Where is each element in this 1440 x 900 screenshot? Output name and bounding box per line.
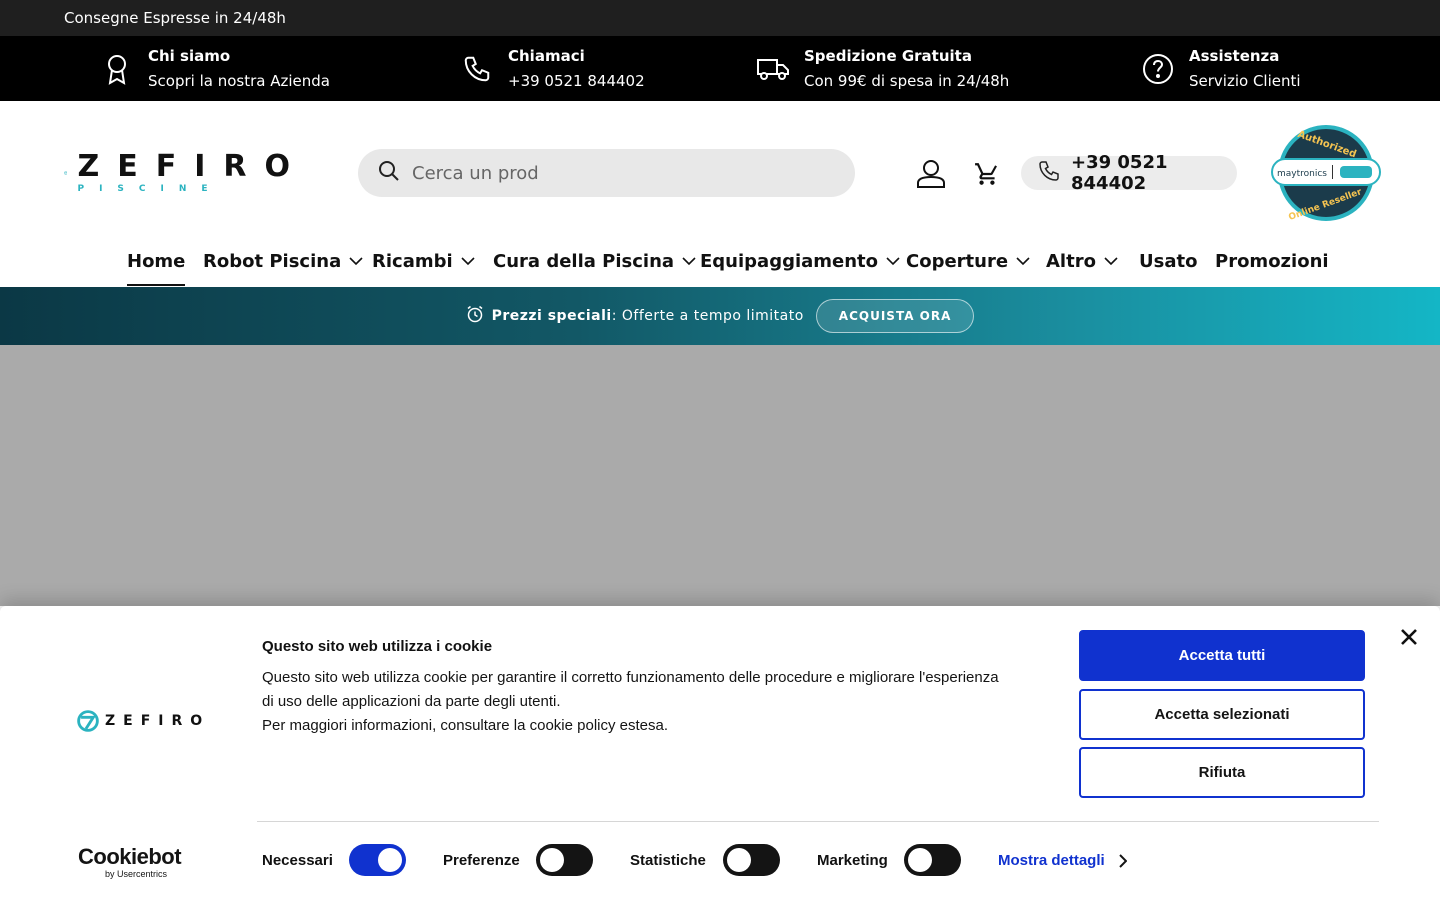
toggle-statistiche[interactable] <box>723 844 780 876</box>
nav-item-equipaggiamento[interactable]: Equipaggiamento <box>700 251 900 287</box>
nav-label: Altro <box>1046 251 1096 272</box>
maytronics-badge[interactable]: Authorized Online Reseller maytronics <box>1270 125 1382 221</box>
toggle-label-necessari: Necessari <box>262 852 333 869</box>
nav-item-altro[interactable]: Altro <box>1046 251 1118 287</box>
cookiebot-sub: by Usercentrics <box>105 869 168 879</box>
account-icon[interactable] <box>913 157 949 191</box>
chevron-down-icon <box>1104 257 1118 266</box>
chevron-down-icon <box>1016 257 1030 266</box>
toggle-marketing[interactable] <box>904 844 961 876</box>
phone-number: +39 0521 844402 <box>1071 152 1168 194</box>
promo-bold: Prezzi speciali <box>491 308 612 324</box>
cookie-title: Questo sito web utilizza i cookie <box>262 638 493 655</box>
award-icon <box>100 52 134 86</box>
info-item-call[interactable]: Chiamaci +39 0521 844402 <box>460 36 645 101</box>
divider <box>257 821 1379 822</box>
reject-button[interactable]: Rifiuta <box>1079 747 1365 798</box>
promo-banner: Prezzi speciali: Offerte a tempo limitat… <box>0 287 1440 345</box>
cookie-body-text: Questo sito web utilizza cookie per gara… <box>262 669 999 710</box>
nav-label: Equipaggiamento <box>700 251 879 272</box>
nav-label: Home <box>127 251 186 272</box>
nav-label: Ricambi <box>372 251 453 272</box>
phone-icon <box>1037 159 1061 188</box>
nav-item-promozioni[interactable]: Promozioni <box>1215 251 1329 287</box>
truck-icon <box>756 52 790 86</box>
cart-icon[interactable] <box>969 157 1005 191</box>
help-circle-icon <box>1141 52 1175 86</box>
chevron-right-icon <box>1118 853 1127 868</box>
chevron-down-icon <box>349 257 363 266</box>
main-nav: Home Robot Piscina Ricambi Cura della Pi… <box>0 251 1440 287</box>
cookie-banner: ZEFIRO Questo sito web utilizza i cookie… <box>0 606 1440 900</box>
toggle-label-preferenze: Preferenze <box>443 852 520 869</box>
info-title: Assistenza <box>1189 46 1280 65</box>
logo-mark-icon <box>64 171 68 175</box>
search-icon[interactable] <box>378 160 400 186</box>
accept-selected-button[interactable]: Accetta selezionati <box>1079 689 1365 740</box>
info-title: Spedizione Gratuita <box>804 46 972 65</box>
info-subtitle: Servizio Clienti <box>1189 71 1301 90</box>
promo-rest: : Offerte a tempo limitato <box>611 308 804 324</box>
info-title: Chi siamo <box>148 46 231 65</box>
search-input[interactable] <box>412 162 832 184</box>
site-header: ZEFIRO PISCINE +39 0521 844402 Authorize… <box>0 101 1440 287</box>
nav-label: Coperture <box>906 251 1009 272</box>
nav-item-ricambi[interactable]: Ricambi <box>372 251 475 287</box>
phone-icon <box>460 52 494 86</box>
nav-label: Usato <box>1139 251 1198 272</box>
cookie-brand-logo: ZEFIRO <box>77 710 210 732</box>
nav-item-cura-piscina[interactable]: Cura della Piscina <box>493 251 696 287</box>
cookie-policy-text: Per maggiori informazioni, consultare la… <box>262 717 669 734</box>
cookiebot-logo[interactable]: Cookiebot by Usercentrics <box>78 844 182 880</box>
promo-text: Prezzi speciali: Offerte a tempo limitat… <box>492 308 804 324</box>
nav-label: Promozioni <box>1215 251 1329 272</box>
badge-brand-text: maytronics <box>1277 169 1327 179</box>
logo-text: ZEFIRO <box>77 149 308 184</box>
accept-all-button[interactable]: Accetta tutti <box>1079 630 1365 681</box>
show-details-link[interactable]: Mostra dettagli <box>998 852 1127 869</box>
info-item-shipping[interactable]: Spedizione Gratuita Con 99€ di spesa in … <box>756 36 1009 101</box>
alarm-clock-icon <box>466 305 484 327</box>
info-item-support[interactable]: Assistenza Servizio Clienti <box>1141 36 1301 101</box>
chevron-down-icon <box>886 257 900 266</box>
info-subtitle: Con 99€ di spesa in 24/48h <box>804 71 1010 90</box>
logo-mark-icon <box>77 710 99 732</box>
info-bar: Chi siamo Scopri la nostra Azienda Chiam… <box>0 36 1440 101</box>
phone-button[interactable]: +39 0521 844402 <box>1021 152 1237 194</box>
shop-now-button[interactable]: ACQUISTA ORA <box>815 299 975 333</box>
info-item-about[interactable]: Chi siamo Scopri la nostra Azienda <box>100 36 330 101</box>
site-logo[interactable]: ZEFIRO PISCINE <box>64 145 308 201</box>
logo-subtext: PISCINE <box>77 184 223 194</box>
hero-image <box>0 345 1440 606</box>
cookie-body: Questo sito web utilizza cookie per gara… <box>262 666 1002 738</box>
search-bar[interactable] <box>358 149 855 197</box>
chevron-down-icon <box>682 257 696 266</box>
close-icon[interactable] <box>1398 626 1420 648</box>
show-details-label: Mostra dettagli <box>998 852 1105 869</box>
toggle-label-marketing: Marketing <box>817 852 888 869</box>
nav-item-coperture[interactable]: Coperture <box>906 251 1030 287</box>
nav-label: Cura della Piscina <box>493 251 675 272</box>
info-subtitle: +39 0521 844402 <box>508 71 645 90</box>
nav-item-usato[interactable]: Usato <box>1139 251 1197 287</box>
cookie-logo-text: ZEFIRO <box>105 713 211 729</box>
toggle-preferenze[interactable] <box>536 844 593 876</box>
announcement-bar: Consegne Espresse in 24/48h <box>0 0 1440 36</box>
nav-label: Robot Piscina <box>203 251 342 272</box>
cookiebot-name: Cookiebot <box>78 844 182 869</box>
info-title: Chiamaci <box>508 46 585 65</box>
nav-item-home[interactable]: Home <box>127 251 186 287</box>
chevron-down-icon <box>461 257 475 266</box>
toggle-necessari[interactable] <box>349 844 406 876</box>
info-subtitle: Scopri la nostra Azienda <box>148 71 330 90</box>
nav-item-robot-piscina[interactable]: Robot Piscina <box>203 251 363 287</box>
toggle-label-statistiche: Statistiche <box>630 852 706 869</box>
